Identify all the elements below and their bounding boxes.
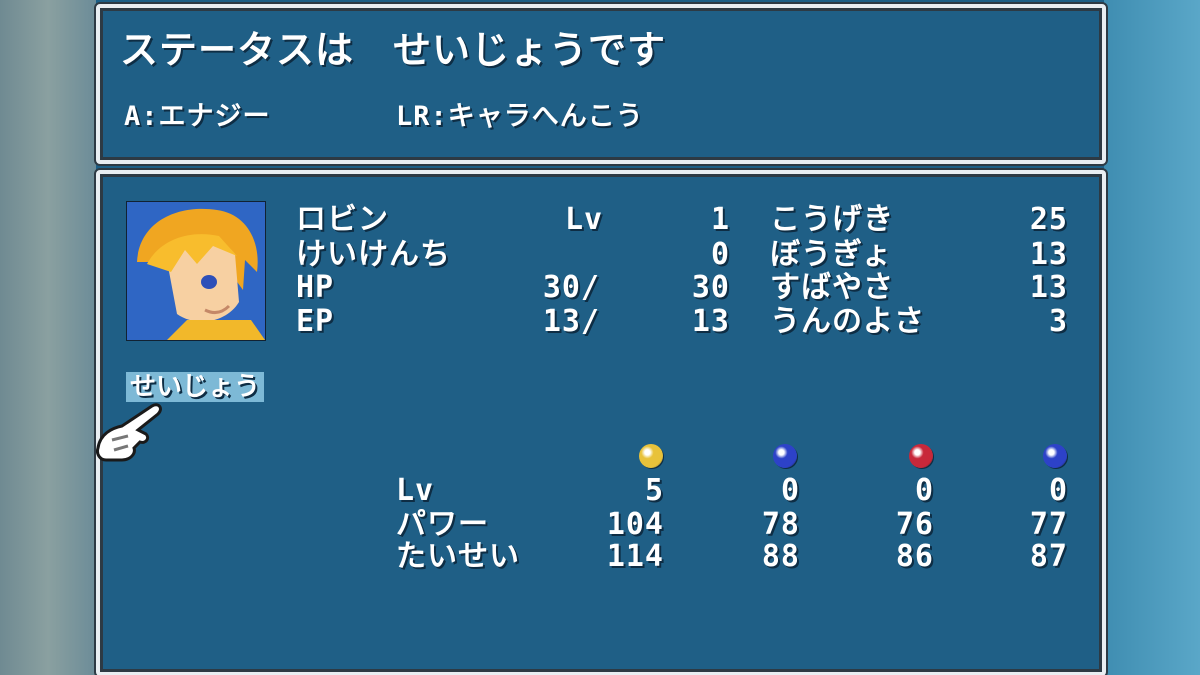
element-power: 78 [761, 507, 800, 542]
stat-value: 25 [1029, 202, 1068, 237]
ep-max: 13 [691, 304, 730, 339]
a-button-help: A:エナジー [124, 101, 271, 132]
element-power: 104 [606, 507, 664, 542]
pointing-hand-icon [96, 403, 162, 462]
element-row-label: Lv [396, 473, 435, 508]
element-row-label: パワー [396, 507, 489, 542]
ep-label: EP [296, 304, 335, 339]
character-name: ロビン [296, 202, 389, 237]
exp-label: けいけんち [296, 237, 451, 272]
stat-label: こうげき [770, 202, 894, 237]
status-badge[interactable]: せいじょう [126, 372, 265, 402]
element-resistance: 87 [1029, 539, 1068, 574]
element-level: 0 [1048, 473, 1068, 508]
stat-label: すばやさ [770, 270, 894, 305]
mercury-orb-icon [773, 444, 797, 468]
hp-label: HP [296, 270, 335, 305]
ep-current: 13/ [542, 304, 600, 339]
character-portrait [126, 201, 266, 341]
exp-value: 0 [710, 237, 730, 272]
hp-current: 30/ [542, 270, 600, 305]
element-level: 5 [644, 473, 664, 508]
element-power: 77 [1029, 507, 1068, 542]
level-label: Lv [565, 202, 604, 237]
element-row-label: たいせい [396, 539, 520, 574]
status-message: ステータスは せいじょうです [120, 28, 667, 72]
stat-value: 13 [1029, 270, 1068, 305]
element-resistance: 86 [895, 539, 934, 574]
jupiter-orb-icon [1043, 444, 1067, 468]
element-level: 0 [914, 473, 934, 508]
venus-orb-icon [639, 444, 663, 468]
element-resistance: 114 [606, 539, 664, 574]
lr-button-help: LR:キャラへんこう [396, 101, 644, 132]
element-power: 76 [895, 507, 934, 542]
element-resistance: 88 [761, 539, 800, 574]
stat-label: うんのよさ [770, 304, 925, 339]
hp-max: 30 [691, 270, 730, 305]
element-level: 0 [780, 473, 800, 508]
mars-orb-icon [909, 444, 933, 468]
stat-value: 3 [1048, 304, 1068, 339]
stat-label: ぼうぎょ [770, 237, 893, 272]
stat-value: 13 [1029, 237, 1068, 272]
level-value: 1 [710, 202, 730, 237]
